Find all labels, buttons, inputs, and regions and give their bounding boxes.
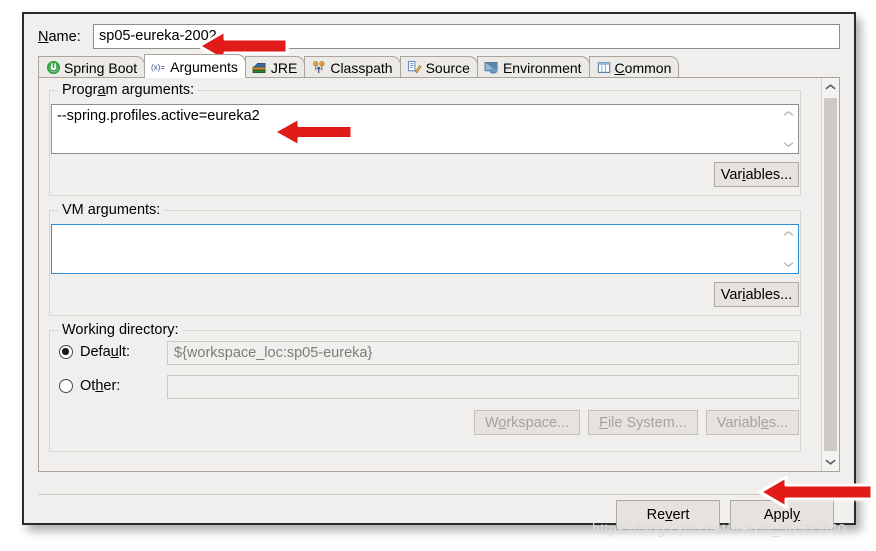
footer-separator [38,494,840,495]
scroll-up-arrow-icon[interactable] [822,78,839,96]
working-directory-default-value: ${workspace_loc:sp05-eureka} [167,341,799,365]
tab-common-label-rest: ommon [624,59,672,76]
tab-environment-label: Environment [502,59,582,76]
working-directory-variables-button[interactable]: Variables... [706,410,799,435]
tab-environment[interactable]: Environment [476,56,590,78]
working-directory-group-title: Working directory: [58,322,183,338]
tab-jre[interactable]: JRE [244,56,306,78]
tab-common-label: Common [615,60,672,76]
vm-arguments-mnemonic: g [100,202,109,218]
spring-boot-icon [45,60,61,76]
name-label-rest: ame: [48,29,81,45]
tab-common[interactable]: Common [588,56,680,78]
chevron-down-icon [783,262,794,268]
arguments-variable-icon: (x)= [151,59,167,75]
vm-arguments-textarea[interactable] [51,224,799,274]
launch-configuration-dialog: Name: sp05-eureka-2002 Spring Boot (x)= … [22,12,856,530]
common-window-icon [596,60,612,76]
program-arguments-mnemonic: a [97,82,106,98]
tab-spring-boot-label: Spring Boot [64,59,138,76]
file-system-button-mnemonic: F [599,414,608,431]
vm-arguments-variables-mnemonic: i [742,286,746,303]
working-directory-variables-mnemonic: e [760,414,769,431]
apply-button-mnemonic: y [792,507,801,523]
chevron-down-icon [783,142,794,148]
program-arguments-value: --spring.profiles.active=eureka2 [57,108,260,124]
radio-other[interactable] [59,379,73,393]
name-row: Name: sp05-eureka-2002 [38,24,840,50]
tab-source[interactable]: Source [399,56,478,78]
program-arguments-variables-button[interactable]: Variables... [714,162,799,187]
program-arguments-group-title: Program arguments: [58,82,199,98]
arguments-tab-panel: Program arguments: --spring.profiles.act… [38,77,840,472]
tab-strip: Spring Boot (x)= Arguments JRE Classpath… [38,54,840,78]
tab-common-mnemonic: C [614,59,625,76]
revert-button-mnemonic: v [665,507,673,523]
name-label-mnemonic: N [38,29,49,45]
working-directory-default-label: Default: [80,344,130,360]
vm-arguments-variables-button[interactable]: Variables... [714,282,799,307]
tab-folder: Spring Boot (x)= Arguments JRE Classpath… [38,54,840,496]
screenshot-root: Name: sp05-eureka-2002 Spring Boot (x)= … [0,0,876,551]
scroll-down-arrow-icon[interactable] [822,453,839,471]
environment-icon [484,60,500,76]
watermark: https://blog.csdn.net/weixin_38305440 [592,522,847,538]
working-directory-other-mnemonic: h [95,378,104,394]
panel-vertical-scrollbar[interactable] [821,78,839,471]
jre-books-icon [252,60,268,76]
svg-text:(x)=: (x)= [151,63,165,72]
tab-arguments[interactable]: (x)= Arguments [144,54,246,78]
workspace-button-label: Workspace... [484,414,570,431]
working-directory-variables-label: Variables... [716,414,789,431]
chevron-up-icon [783,110,794,116]
scrollbar-thumb[interactable] [824,98,837,451]
program-arguments-textarea[interactable]: --spring.profiles.active=eureka2 [51,104,799,154]
working-directory-other-radio-row[interactable]: Other: [59,378,120,394]
working-directory-other-label: Other: [80,378,121,394]
working-directory-default-radio-row[interactable]: Default: [59,344,130,360]
name-input[interactable]: sp05-eureka-2002 [93,24,840,49]
vm-arguments-group-title: VM arguments: [58,202,165,218]
tab-source-label: Source [425,59,470,76]
tab-arguments-label: Arguments [170,58,238,75]
apply-button-label: Apply [763,507,801,523]
chevron-up-icon [783,230,794,236]
revert-button-label: Revert [646,507,690,523]
vm-arguments-variables-label: Variables... [720,286,793,303]
classpath-icon [311,60,327,76]
tab-classpath[interactable]: Classpath [304,56,401,78]
tab-classpath-label: Classpath [330,59,393,76]
working-directory-other-value[interactable] [167,375,799,399]
tab-spring-boot[interactable]: Spring Boot [38,56,146,78]
vm-arguments-scroll[interactable] [780,226,797,272]
file-system-button[interactable]: File System... [588,410,698,435]
source-pencil-icon [407,60,423,76]
program-arguments-variables-mnemonic: i [742,166,746,183]
name-label: Name: [38,29,81,45]
dialog-content: Name: sp05-eureka-2002 Spring Boot (x)= … [32,22,846,530]
tab-jre-label: JRE [270,59,298,76]
program-arguments-variables-label: Variables... [720,166,793,183]
radio-default[interactable] [59,345,73,359]
file-system-button-label: File System... [599,414,687,431]
working-directory-default-mnemonic: u [110,344,119,360]
program-arguments-scroll[interactable] [780,106,797,152]
workspace-button-mnemonic: o [498,414,507,431]
workspace-button[interactable]: Workspace... [474,410,580,435]
